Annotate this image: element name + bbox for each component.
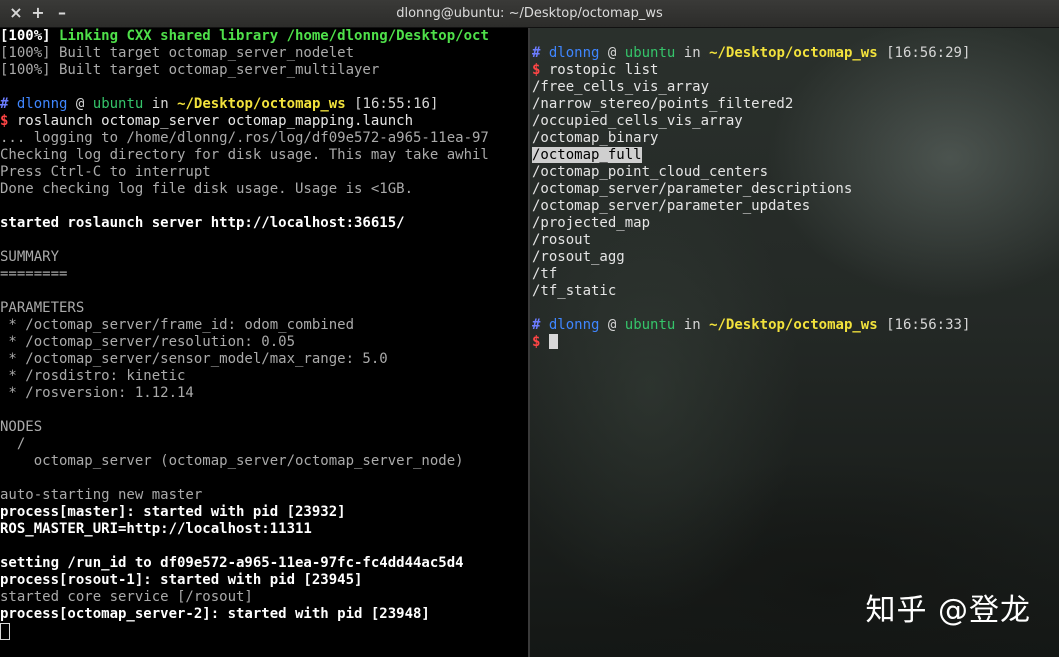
prompt-host: ubuntu: [624, 45, 676, 61]
nodes-header: NODES: [0, 419, 43, 435]
log-line: Done checking log file disk usage. Usage…: [0, 181, 414, 197]
parameters-header: PARAMETERS: [0, 300, 85, 316]
prompt-hash: #: [532, 317, 541, 333]
parameter-line: * /octomap_server/frame_id: odom_combine…: [0, 317, 355, 333]
command-line[interactable]: $: [532, 334, 970, 351]
parameter-line: * /rosdistro: kinetic: [0, 368, 186, 384]
right-terminal-output: # dlonng @ ubuntu in ~/Desktop/octomap_w…: [532, 45, 970, 351]
prompt-time: [16:55:16]: [354, 96, 439, 112]
nodes-root: /: [0, 436, 26, 452]
topic-item: /octomap_point_cloud_centers: [532, 164, 769, 180]
prompt-line: # dlonng @ ubuntu in ~/Desktop/octomap_w…: [532, 317, 971, 333]
prompt-line: # dlonng @ ubuntu in ~/Desktop/octomap_w…: [532, 45, 971, 61]
prompt-path: ~/Desktop/octomap_ws: [177, 96, 346, 112]
prompt-path: ~/Desktop/octomap_ws: [709, 317, 878, 333]
prompt-time: [16:56:33]: [886, 317, 971, 333]
server-line: started roslaunch server http://localhos…: [0, 215, 405, 231]
prompt-user: dlonng: [16, 96, 68, 112]
summary-rule: ========: [0, 266, 68, 282]
prompt-user: dlonng: [548, 45, 600, 61]
window-title: dlonng@ubuntu: ~/Desktop/octomap_ws: [396, 6, 663, 21]
watermark: 知乎 @登龙: [865, 593, 1031, 628]
topic-item: /projected_map: [532, 215, 651, 231]
auto-master-line: auto-starting new master: [0, 487, 203, 503]
parameter-line: * /octomap_server/resolution: 0.05: [0, 334, 296, 350]
topic-item: /rosout: [532, 232, 592, 248]
topic-item: /tf: [532, 266, 558, 282]
right-terminal-pane[interactable]: # dlonng @ ubuntu in ~/Desktop/octomap_w…: [530, 28, 1059, 657]
prompt-path: ~/Desktop/octomap_ws: [709, 45, 878, 61]
cursor-line: [0, 623, 489, 640]
run-id-line: setting /run_id to df09e572-a965-11ea-97…: [0, 555, 464, 571]
log-line: Checking log directory for disk usage. T…: [0, 147, 489, 163]
build-line: [100%] Built target octomap_server_nodel…: [0, 45, 355, 61]
prompt-hash: #: [0, 96, 9, 112]
log-line: Press Ctrl-C to interrupt: [0, 164, 211, 180]
command-text: rostopic list: [548, 62, 659, 78]
prompt-time: [16:56:29]: [886, 45, 971, 61]
topic-item: /narrow_stereo/points_filtered2: [532, 96, 794, 112]
selected-text[interactable]: /octomap_full: [532, 147, 642, 163]
topic-item: /octomap_server/parameter_descriptions: [532, 181, 853, 197]
terminal-cursor: [0, 623, 10, 640]
prompt-line: # dlonng @ ubuntu in ~/Desktop/octomap_w…: [0, 96, 439, 112]
summary-header: SUMMARY: [0, 249, 60, 265]
window-title-bar: × + – dlonng@ubuntu: ~/Desktop/octomap_w…: [0, 0, 1059, 28]
command-line: $ roslaunch octomap_server octomap_mappi…: [0, 113, 414, 129]
command-text: roslaunch octomap_server octomap_mapping…: [16, 113, 414, 129]
topic-item: /free_cells_vis_array: [532, 79, 710, 95]
topic-item: /octomap_server/parameter_updates: [532, 198, 811, 214]
build-line: [100%] Built target octomap_server_multi…: [0, 62, 380, 78]
left-terminal-output: [100%] Linking CXX shared library /home/…: [0, 28, 489, 640]
prompt-host: ubuntu: [92, 96, 144, 112]
process-rosout-line: process[rosout-1]: started with pid [239…: [0, 572, 363, 588]
prompt-user: dlonng: [548, 317, 600, 333]
topic-item: /octomap_binary: [532, 130, 659, 146]
core-service-line: started core service [/rosout]: [0, 589, 253, 605]
left-terminal-pane[interactable]: [100%] Linking CXX shared library /home/…: [0, 28, 528, 657]
process-server-line: process[octomap_server-2]: started with …: [0, 606, 430, 622]
master-uri-line: ROS_MASTER_URI=http://localhost:11311: [0, 521, 312, 537]
prompt-host: ubuntu: [624, 317, 676, 333]
parameter-line: * /octomap_server/sensor_model/max_range…: [0, 351, 388, 367]
topic-item-selected[interactable]: /octomap_full: [532, 147, 970, 164]
topic-item: /rosout_agg: [532, 249, 625, 265]
topic-item: /tf_static: [532, 283, 617, 299]
command-line: $ rostopic list: [532, 62, 659, 78]
parameter-line: * /rosversion: 1.12.14: [0, 385, 194, 401]
prompt-hash: #: [532, 45, 541, 61]
topic-item: /occupied_cells_vis_array: [532, 113, 743, 129]
terminal-cursor: [548, 334, 558, 349]
log-line: ... logging to /home/dlonng/.ros/log/df0…: [0, 130, 489, 146]
nodes-item: octomap_server (octomap_server/octomap_s…: [0, 453, 464, 469]
build-line: [100%] Linking CXX shared library /home/…: [0, 28, 489, 44]
process-master-line: process[master]: started with pid [23932…: [0, 504, 346, 520]
